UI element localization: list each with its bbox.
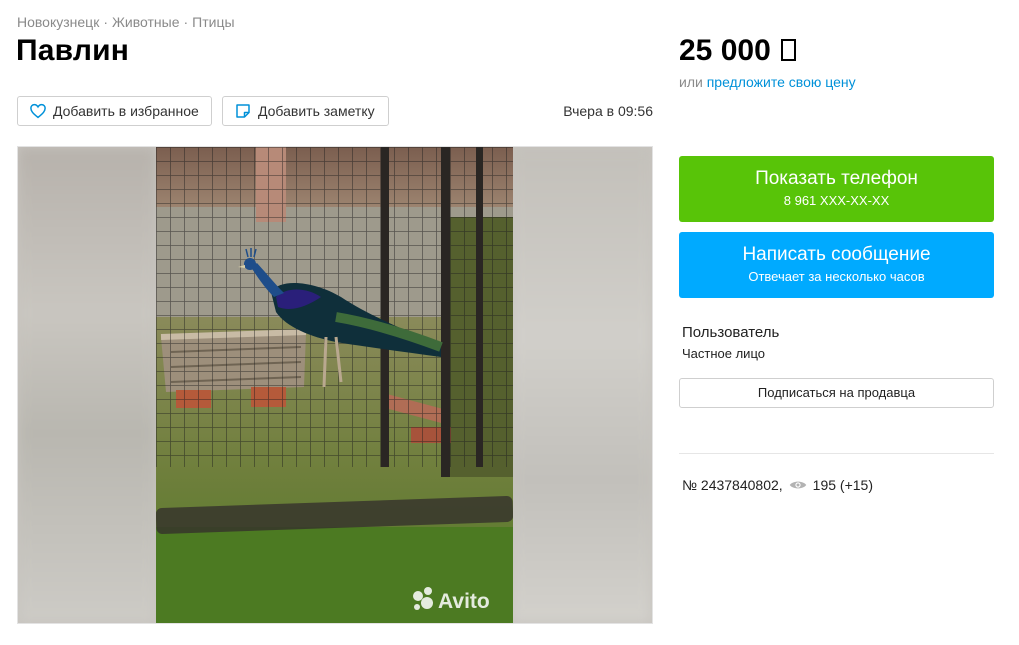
breadcrumb-separator: · [183,14,189,30]
add-to-favorites-label: Добавить в избранное [53,103,199,119]
photo-gallery[interactable]: Avito [17,146,653,624]
eye-icon [789,481,806,489]
price-amount: 25 000 [679,34,771,67]
listing-photo[interactable]: Avito [156,147,513,623]
divider [679,453,994,454]
response-time: Отвечает за несколько часов [748,269,925,284]
listing-number: № 2437840802, [682,477,783,493]
peacock-photo: Avito [156,147,513,623]
offer-prefix: или [679,74,703,90]
price: 25 000 [679,34,796,68]
add-to-favorites-button[interactable]: Добавить в избранное [17,96,212,126]
note-icon [236,104,250,118]
write-message-button[interactable]: Написать сообщение Отвечает за несколько… [679,232,994,298]
breadcrumb: Новокузнецк · Животные · Птицы [17,14,235,30]
show-phone-label: Показать телефон [755,168,918,189]
breadcrumb-birds[interactable]: Птицы [192,14,234,30]
subscribe-seller-button[interactable]: Подписаться на продавца [679,378,994,408]
seller-name[interactable]: Пользователь [682,324,779,341]
avito-watermark-text: Avito [438,590,490,613]
view-count: 195 (+15) [812,477,873,493]
breadcrumb-separator: · [103,14,108,30]
breadcrumb-city[interactable]: Новокузнецк [17,14,99,30]
publish-date: Вчера в 09:56 [563,103,653,119]
gallery-blur-right [511,147,652,623]
add-note-button[interactable]: Добавить заметку [222,96,389,126]
offer-price-link[interactable]: предложите свою цену [707,74,856,90]
add-note-label: Добавить заметку [258,103,375,119]
page-title: Павлин [16,34,130,67]
breadcrumb-animals[interactable]: Животные [112,14,180,30]
heart-icon [30,103,46,119]
phone-number-masked: 8 961 XXX-XX-XX [783,193,890,208]
gallery-blur-left [18,147,156,623]
write-message-label: Написать сообщение [742,244,931,265]
listing-meta: № 2437840802, 195 (+15) [682,477,873,493]
seller-type: Частное лицо [682,346,765,361]
show-phone-button[interactable]: Показать телефон 8 961 XXX-XX-XX [679,156,994,222]
offer-price-line: или предложите свою цену [679,74,856,90]
currency-icon [780,39,796,61]
